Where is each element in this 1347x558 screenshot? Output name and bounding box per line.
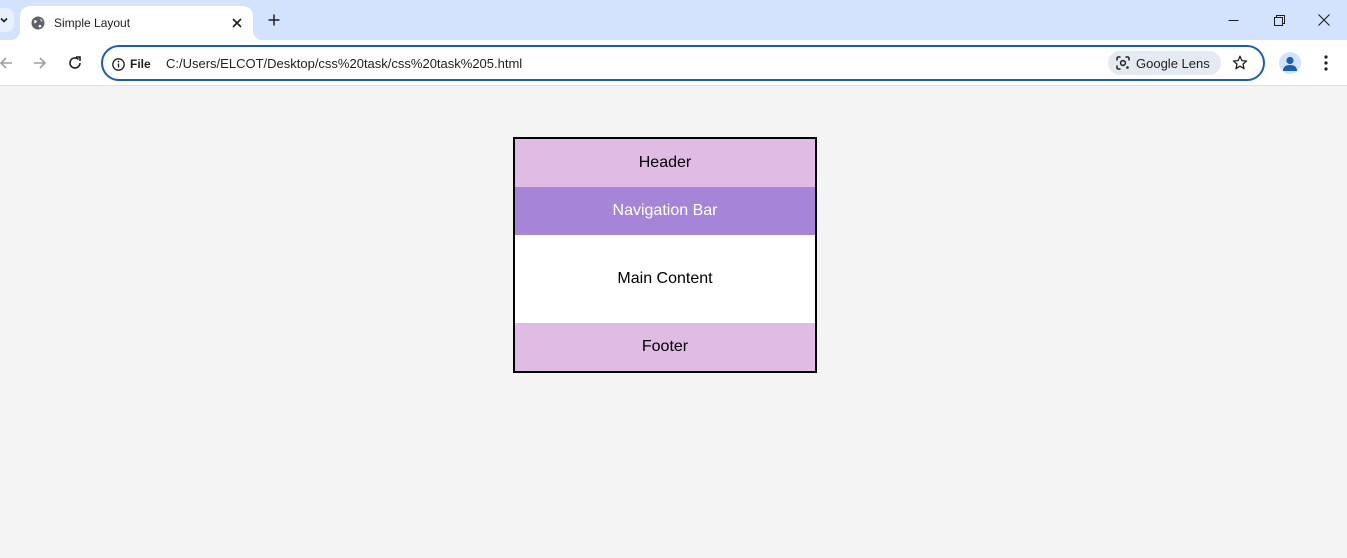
back-button[interactable] (0, 51, 18, 75)
profile-avatar[interactable] (1279, 52, 1301, 74)
google-lens-icon (1116, 56, 1130, 70)
minimize-icon (1228, 19, 1238, 21)
google-lens-button[interactable]: Google Lens (1108, 51, 1221, 75)
minimize-button[interactable] (1210, 0, 1256, 40)
arrow-left-icon (0, 57, 12, 69)
restore-button[interactable] (1256, 0, 1302, 40)
info-icon (112, 57, 125, 71)
tab-strip: Simple Layout (0, 0, 1347, 40)
simple-layout-box: Header Navigation Bar Main Content Foote… (513, 137, 817, 373)
tab-simple-layout[interactable]: Simple Layout (10, 6, 263, 40)
bookmark-star-button[interactable] (1230, 53, 1250, 73)
person-icon (1283, 56, 1297, 71)
new-tab-button[interactable] (264, 10, 284, 30)
chevron-down-icon (0, 17, 8, 23)
restore-icon (1273, 14, 1285, 26)
tab-search-button[interactable] (0, 8, 14, 32)
footer-text: Footer (641, 338, 689, 355)
header-text: Header (638, 154, 692, 171)
layout-footer: Footer (515, 323, 815, 371)
main-content-text: Main Content (617, 270, 713, 287)
plus-icon (268, 14, 280, 26)
tab-title: Simple Layout (54, 16, 131, 30)
forward-button[interactable] (28, 51, 52, 75)
more-vertical-icon (1324, 55, 1328, 71)
arrow-right-icon (34, 57, 47, 69)
google-lens-label: Google Lens (1136, 55, 1210, 71)
reload-button[interactable] (63, 51, 87, 75)
layout-main-content: Main Content (515, 235, 815, 323)
browser-menu-button[interactable] (1316, 52, 1336, 74)
layout-navigation-bar: Navigation Bar (515, 187, 815, 235)
site-info-label: File (130, 57, 151, 71)
url-text[interactable]: C:/Users/ELCOT/Desktop/css%20task/css%20… (166, 55, 522, 73)
globe-icon (30, 15, 46, 31)
layout-header: Header (515, 139, 815, 187)
close-window-button[interactable] (1301, 0, 1347, 40)
reload-icon (69, 56, 81, 69)
site-info-button[interactable]: File (112, 55, 151, 73)
star-icon (1232, 55, 1248, 70)
navigation-bar-text: Navigation Bar (612, 202, 718, 219)
close-tab-icon[interactable] (227, 13, 247, 33)
close-icon (1318, 14, 1330, 26)
address-bar[interactable]: File C:/Users/ELCOT/Desktop/css%20task/c… (101, 45, 1265, 81)
browser-toolbar: File C:/Users/ELCOT/Desktop/css%20task/c… (0, 40, 1347, 86)
